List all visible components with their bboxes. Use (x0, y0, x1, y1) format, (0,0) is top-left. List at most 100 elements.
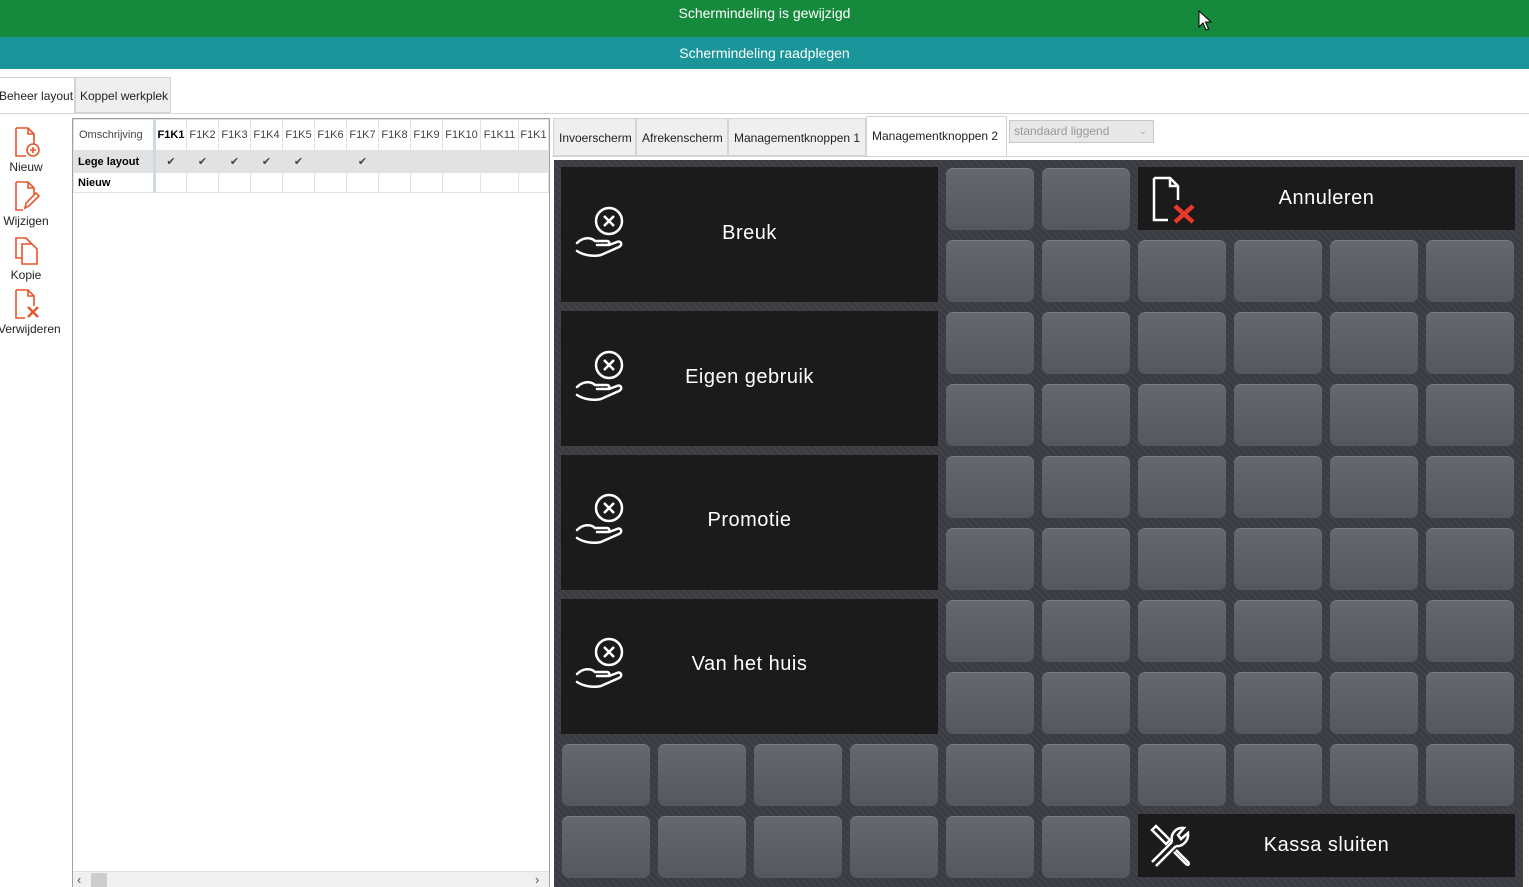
empty-pos-button[interactable] (754, 816, 842, 878)
van-het-huis-button[interactable]: Van het huis (561, 599, 938, 734)
tab-beheer-layout[interactable]: Beheer layout (0, 77, 75, 114)
check-cell[interactable] (410, 172, 443, 193)
column-header[interactable]: F1K3 (218, 119, 251, 151)
tab-managementknoppen-2[interactable]: Managementknoppen 2 (866, 116, 1007, 157)
empty-pos-button[interactable] (1042, 600, 1130, 662)
check-cell[interactable]: ✔ (218, 150, 251, 173)
column-header[interactable]: F1K2 (186, 119, 219, 151)
check-cell[interactable]: ✔ (186, 150, 219, 173)
empty-pos-button[interactable] (562, 744, 650, 806)
empty-pos-button[interactable] (1234, 312, 1322, 374)
check-cell[interactable] (378, 150, 411, 173)
empty-pos-button[interactable] (1234, 672, 1322, 734)
empty-pos-button[interactable] (850, 744, 938, 806)
empty-pos-button[interactable] (946, 384, 1034, 446)
annuleren-button[interactable]: Annuleren (1138, 167, 1515, 230)
column-header[interactable]: F1K4 (250, 119, 283, 151)
empty-pos-button[interactable] (1042, 672, 1130, 734)
empty-pos-button[interactable] (1330, 384, 1418, 446)
check-cell[interactable] (518, 172, 549, 193)
empty-pos-button[interactable] (658, 816, 746, 878)
column-header[interactable]: F1K1 (154, 119, 187, 151)
tab-koppel-werkplek[interactable]: Koppel werkplek (75, 77, 171, 113)
new-button[interactable]: Nieuw (0, 126, 52, 174)
check-cell[interactable]: ✔ (346, 150, 379, 173)
empty-pos-button[interactable] (1138, 240, 1226, 302)
empty-pos-button[interactable] (946, 600, 1034, 662)
empty-pos-button[interactable] (1042, 816, 1130, 878)
empty-pos-button[interactable] (1426, 240, 1514, 302)
empty-pos-button[interactable] (1330, 240, 1418, 302)
empty-pos-button[interactable] (1042, 312, 1130, 374)
check-cell[interactable] (314, 172, 347, 193)
empty-pos-button[interactable] (562, 816, 650, 878)
copy-button[interactable]: Kopie (0, 234, 52, 282)
column-header[interactable]: F1K11 (480, 119, 519, 151)
horizontal-scrollbar[interactable] (73, 871, 549, 887)
layout-select[interactable]: standaard liggend ⌄ (1009, 120, 1154, 143)
empty-pos-button[interactable] (1330, 456, 1418, 518)
empty-pos-button[interactable] (946, 456, 1034, 518)
eigen-gebruik-button[interactable]: Eigen gebruik (561, 311, 938, 446)
empty-pos-button[interactable] (946, 168, 1034, 230)
empty-pos-button[interactable] (850, 816, 938, 878)
check-cell[interactable]: ✔ (154, 150, 187, 173)
check-cell[interactable] (480, 172, 519, 193)
empty-pos-button[interactable] (658, 744, 746, 806)
check-cell[interactable] (314, 150, 347, 173)
empty-pos-button[interactable] (1234, 528, 1322, 590)
column-header[interactable]: F1K9 (410, 119, 443, 151)
column-header[interactable]: F1K1 (518, 119, 549, 151)
empty-pos-button[interactable] (1426, 456, 1514, 518)
empty-pos-button[interactable] (1138, 456, 1226, 518)
promotie-button[interactable]: Promotie (561, 455, 938, 590)
check-cell[interactable] (410, 150, 443, 173)
layout-grid[interactable]: Omschrijving F1K1 F1K2 F1K3 F1K4 F1K5 F1… (72, 118, 550, 887)
empty-pos-button[interactable] (946, 672, 1034, 734)
empty-pos-button[interactable] (1138, 384, 1226, 446)
empty-pos-button[interactable] (1330, 312, 1418, 374)
empty-pos-button[interactable] (1426, 600, 1514, 662)
view-layout-banner[interactable]: Schermindeling raadplegen (0, 37, 1529, 69)
delete-button[interactable]: Verwijderen (0, 288, 61, 336)
empty-pos-button[interactable] (1042, 744, 1130, 806)
empty-pos-button[interactable] (1138, 672, 1226, 734)
table-row[interactable]: Lege layout ✔ ✔ ✔ ✔ ✔ ✔ (73, 150, 549, 173)
empty-pos-button[interactable] (946, 528, 1034, 590)
empty-pos-button[interactable] (1426, 528, 1514, 590)
empty-pos-button[interactable] (1330, 744, 1418, 806)
tab-afrekenscherm[interactable]: Afrekenscherm (636, 118, 728, 156)
scroll-right-icon[interactable]: › (535, 872, 539, 887)
empty-pos-button[interactable] (1042, 528, 1130, 590)
empty-pos-button[interactable] (1234, 240, 1322, 302)
check-cell[interactable] (346, 172, 379, 193)
empty-pos-button[interactable] (1426, 384, 1514, 446)
tab-invoerscherm[interactable]: Invoerscherm (553, 118, 636, 156)
empty-pos-button[interactable] (1426, 672, 1514, 734)
empty-pos-button[interactable] (1234, 456, 1322, 518)
column-header[interactable]: F1K5 (282, 119, 315, 151)
check-cell[interactable] (218, 172, 251, 193)
empty-pos-button[interactable] (946, 816, 1034, 878)
column-header[interactable]: F1K6 (314, 119, 347, 151)
empty-pos-button[interactable] (1138, 312, 1226, 374)
empty-pos-button[interactable] (1138, 600, 1226, 662)
empty-pos-button[interactable] (1234, 600, 1322, 662)
scrollbar-thumb[interactable] (91, 873, 107, 887)
table-row[interactable]: Nieuw (73, 172, 549, 193)
empty-pos-button[interactable] (1042, 384, 1130, 446)
empty-pos-button[interactable] (946, 744, 1034, 806)
column-header[interactable]: F1K8 (378, 119, 411, 151)
check-cell[interactable] (518, 150, 549, 173)
empty-pos-button[interactable] (1138, 744, 1226, 806)
check-cell[interactable]: ✔ (282, 150, 315, 173)
empty-pos-button[interactable] (1234, 744, 1322, 806)
check-cell[interactable] (186, 172, 219, 193)
check-cell[interactable] (250, 172, 283, 193)
tab-managementknoppen-1[interactable]: Managementknoppen 1 (728, 118, 866, 156)
empty-pos-button[interactable] (1234, 384, 1322, 446)
check-cell[interactable] (442, 172, 481, 193)
column-header[interactable]: F1K7 (346, 119, 379, 151)
empty-pos-button[interactable] (1042, 240, 1130, 302)
empty-pos-button[interactable] (1330, 600, 1418, 662)
